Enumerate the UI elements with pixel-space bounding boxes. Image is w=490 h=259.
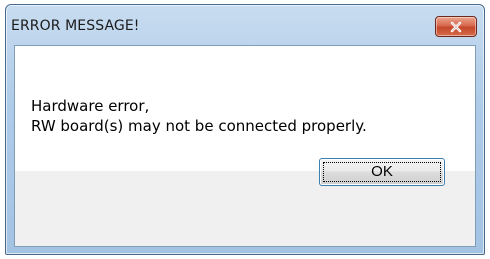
ok-button-label: OK bbox=[371, 163, 393, 180]
error-dialog-window: ERROR MESSAGE! Hardware error, RW board(… bbox=[5, 4, 485, 255]
title-bar[interactable]: ERROR MESSAGE! bbox=[6, 5, 484, 45]
message-line-2: RW board(s) may not be connected properl… bbox=[31, 117, 367, 135]
error-message: Hardware error, RW board(s) may not be c… bbox=[31, 96, 367, 136]
ok-button[interactable]: OK bbox=[319, 158, 445, 186]
message-line-1: Hardware error, bbox=[31, 97, 150, 115]
dialog-body: Hardware error, RW board(s) may not be c… bbox=[14, 45, 476, 247]
message-area: Hardware error, RW board(s) may not be c… bbox=[15, 46, 475, 171]
close-button[interactable] bbox=[435, 16, 477, 37]
close-x-icon bbox=[450, 21, 462, 32]
dialog-title: ERROR MESSAGE! bbox=[11, 18, 140, 34]
